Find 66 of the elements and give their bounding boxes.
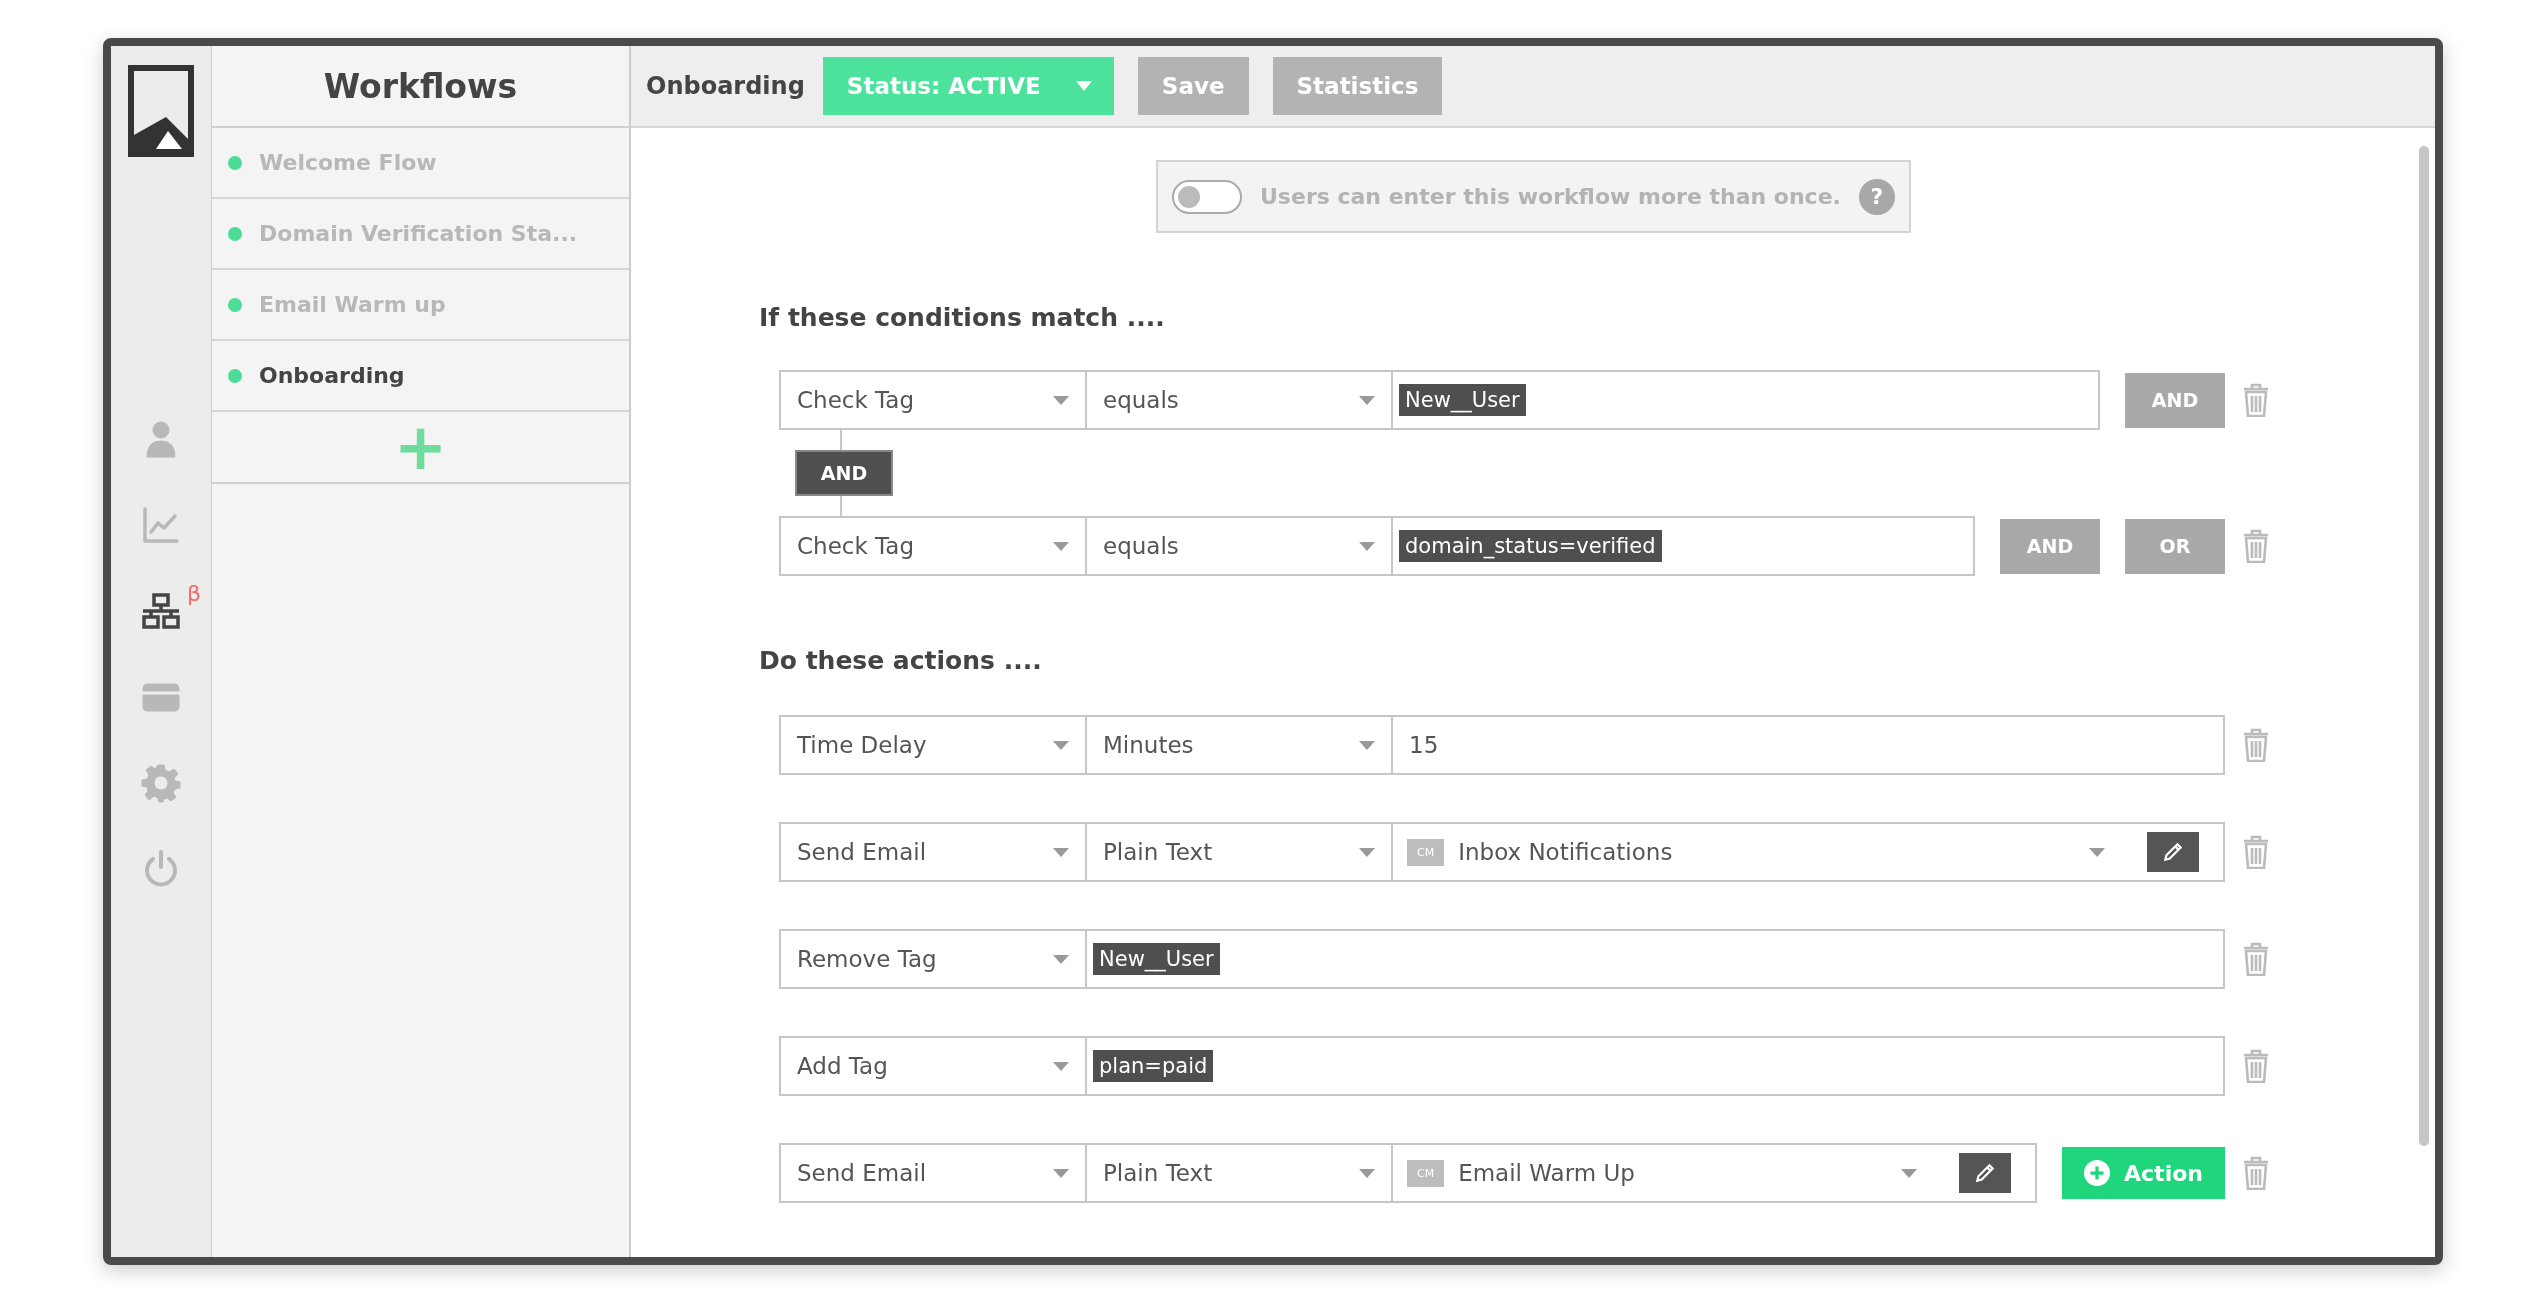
caret-icon [1359, 395, 1375, 405]
caret-icon [1053, 954, 1069, 964]
toggle-switch[interactable] [1172, 179, 1242, 214]
section-heading: If these conditions match .... [759, 303, 1166, 332]
caret-icon [1053, 1061, 1069, 1071]
caret-icon [1359, 1168, 1375, 1178]
settings-icon[interactable] [141, 763, 181, 803]
network-icon[interactable] [141, 591, 181, 631]
option-dropdown[interactable]: Plain Text [1085, 822, 1393, 882]
option-dropdown[interactable]: Minutes [1085, 715, 1393, 775]
caret-icon [1359, 541, 1375, 551]
caret-icon [1053, 1168, 1069, 1178]
caret-icon [1053, 740, 1069, 750]
caret-icon [1053, 395, 1069, 405]
template-chip: CM [1407, 1159, 1445, 1187]
chart-icon[interactable] [141, 505, 181, 545]
action-dropdown[interactable]: Add Tag [779, 1036, 1087, 1096]
tag-chip: domain_status=verified [1399, 530, 1662, 562]
caret-icon [1075, 81, 1092, 91]
delete-icon[interactable] [2243, 835, 2269, 869]
pencil-icon [1974, 1162, 1996, 1184]
pencil-icon [2162, 841, 2184, 863]
delete-icon[interactable] [2243, 383, 2269, 417]
delete-icon[interactable] [2243, 1049, 2269, 1083]
template-chip: CM [1407, 838, 1445, 866]
caret-icon [1053, 541, 1069, 551]
scrollbar[interactable] [2419, 146, 2429, 1146]
tag-field[interactable]: New__User [1391, 370, 2100, 430]
operator-dropdown[interactable]: equals [1085, 516, 1393, 576]
edit-button[interactable] [1959, 1153, 2011, 1193]
action-dropdown[interactable]: Send Email [779, 1143, 1087, 1203]
caret-icon [1359, 847, 1375, 857]
action-dropdown[interactable]: Time Delay [779, 715, 1087, 775]
caret-icon [1053, 847, 1069, 857]
panel-title: Workflows [212, 46, 629, 128]
and-connector-button[interactable]: AND [795, 450, 893, 496]
delete-icon[interactable] [2243, 728, 2269, 762]
plus-icon [2084, 1160, 2111, 1186]
delete-icon[interactable] [2243, 942, 2269, 976]
tag-field[interactable]: New__User [1085, 929, 2225, 989]
template-name[interactable]: Email Warm Up [1458, 1160, 1887, 1186]
tag-field[interactable]: domain_status=verified [1391, 516, 1975, 576]
tag-field[interactable]: plan=paid [1085, 1036, 2225, 1096]
template-name[interactable]: Inbox Notifications [1458, 839, 2075, 865]
caret-icon[interactable] [2089, 847, 2105, 857]
field-dropdown[interactable]: Check Tag [779, 370, 1087, 430]
edit-button[interactable] [2147, 832, 2199, 872]
tag-chip: New__User [1093, 943, 1220, 975]
field-dropdown[interactable]: Check Tag [779, 516, 1087, 576]
workflow-name: Onboarding [646, 72, 805, 100]
input-field[interactable]: 15 [1391, 715, 2225, 775]
caret-icon [1359, 740, 1375, 750]
beta-label: β [187, 581, 202, 606]
action-dropdown[interactable]: Send Email [779, 822, 1087, 882]
delete-icon[interactable] [2243, 1156, 2269, 1190]
workflow-item[interactable]: Onboarding [212, 341, 629, 412]
operator-dropdown[interactable]: equals [1085, 370, 1393, 430]
action-dropdown[interactable]: Remove Tag [779, 929, 1087, 989]
section-heading: Do these actions .... [759, 646, 1043, 675]
logo-icon[interactable] [128, 65, 194, 157]
option-dropdown[interactable]: Plain Text [1085, 1143, 1393, 1203]
option-label: Users can enter this workflow more than once. [1260, 184, 1841, 209]
tag-chip: plan=paid [1093, 1050, 1214, 1082]
caret-icon[interactable] [1901, 1168, 1917, 1178]
delete-icon[interactable] [2243, 529, 2269, 563]
tag-chip: New__User [1399, 384, 1526, 416]
